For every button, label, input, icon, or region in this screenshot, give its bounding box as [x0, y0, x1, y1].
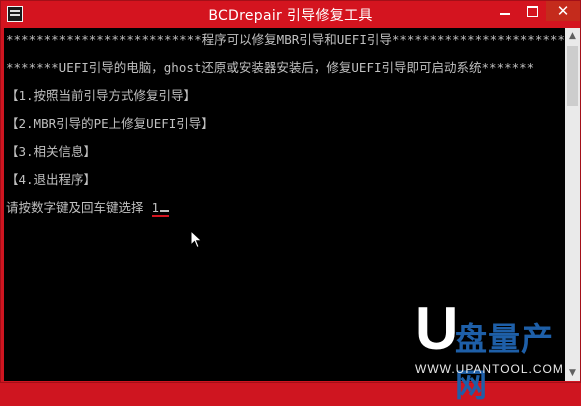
scroll-up-icon[interactable]: ▲ [565, 28, 580, 44]
title-bar[interactable]: BCDrepair 引导修复工具 ✕ [1, 1, 580, 28]
minimize-button[interactable] [492, 1, 518, 21]
watermark: U 盘量产网 WWW.UPANTOOL.COM [415, 295, 575, 405]
close-icon: ✕ [556, 2, 570, 20]
close-button[interactable]: ✕ [546, 1, 580, 21]
menu-option-2: 【2.MBR引导的PE上修复UEFI引导】 [6, 116, 214, 131]
maximize-icon [527, 6, 538, 17]
mouse-pointer-icon [190, 230, 203, 249]
scroll-thumb[interactable] [567, 46, 578, 106]
prompt-line: 请按数字键及回车键选择 1 [6, 197, 170, 217]
menu-option-3: 【3.相关信息】 [6, 144, 97, 159]
menu-option-1: 【1.按照当前引导方式修复引导】 [6, 88, 197, 103]
watermark-brand: 盘量产网 [455, 320, 555, 404]
menu-option-4: 【4.退出程序】 [6, 172, 97, 187]
watermark-url: WWW.UPANTOOL.COM [415, 362, 564, 376]
maximize-button[interactable] [519, 1, 545, 21]
input-underline [151, 215, 170, 217]
banner-line-2: *******UEFI引导的电脑，ghost还原或安装器安装后，修复UEFI引导… [6, 60, 535, 75]
minimize-icon [500, 13, 510, 15]
prompt-text: 请按数字键及回车键选择 [6, 200, 144, 215]
prompt-input[interactable]: 1 [151, 200, 170, 217]
watermark-logo: U [415, 295, 459, 362]
text-cursor [160, 210, 170, 212]
banner-line-1: **************************程序可以修复MBR引导和UE… [6, 32, 565, 47]
input-value: 1 [151, 200, 160, 215]
